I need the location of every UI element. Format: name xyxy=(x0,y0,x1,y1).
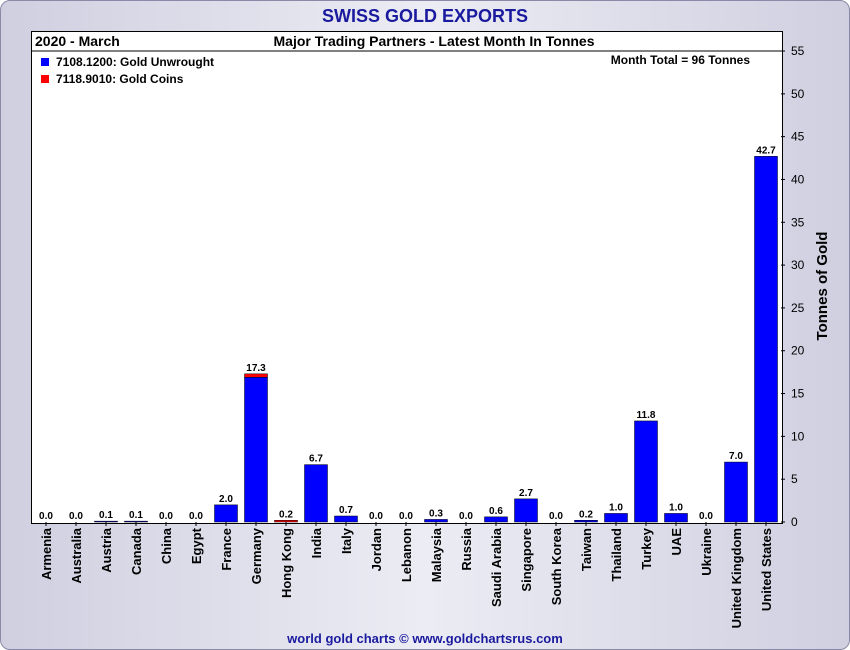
chart-frame: SWISS GOLD EXPORTS 2020 - March Major Tra… xyxy=(0,0,850,650)
x-tick-label: Armenia xyxy=(39,527,54,580)
bar-0-18 xyxy=(574,520,598,523)
data-label: 1.0 xyxy=(609,502,623,513)
data-label: 0.0 xyxy=(699,511,713,522)
data-label: 2.7 xyxy=(519,488,533,499)
legend-swatch-1 xyxy=(41,75,49,83)
x-tick-label: UAE xyxy=(669,528,684,556)
legend-label-0: 7108.1200: Gold Unwrought xyxy=(56,55,214,69)
data-label: 0.0 xyxy=(369,511,383,522)
data-label: 0.0 xyxy=(69,511,83,522)
bar-0-3 xyxy=(124,520,148,523)
x-tick-label: Taiwan xyxy=(579,528,594,571)
data-label: 0.1 xyxy=(129,510,143,521)
data-label: 7.0 xyxy=(729,451,743,462)
data-label: 42.7 xyxy=(756,145,776,156)
x-tick-label: Germany xyxy=(249,527,264,584)
data-label: 11.8 xyxy=(637,410,656,421)
data-label: 2.0 xyxy=(219,494,233,505)
legend-label-1: 7118.9010: Gold Coins xyxy=(56,72,184,86)
x-tick-label: Italy xyxy=(339,527,354,554)
x-tick-label: United Kingdom xyxy=(729,528,744,628)
y-axis-title: Tonnes of Gold xyxy=(814,232,831,341)
data-label: 0.7 xyxy=(339,505,353,516)
x-tick-label: Russia xyxy=(459,527,474,570)
bar-0-16 xyxy=(514,498,538,523)
data-label: 0.1 xyxy=(99,510,113,521)
x-tick-label: Singapore xyxy=(519,528,534,592)
month-total-label: Month Total = 96 Tonnes xyxy=(611,53,751,67)
footer-credit: world gold charts © www.goldchartsrus.co… xyxy=(287,631,563,646)
bar-chart: 2020 - March Major Trading Partners - Lat… xyxy=(31,33,831,628)
x-tick-label: United States xyxy=(759,528,774,611)
x-tick-label: Ukraine xyxy=(699,528,714,576)
y-tick-label: 50 xyxy=(791,87,805,101)
x-tick-label: Jordan xyxy=(369,528,384,571)
data-label: 0.2 xyxy=(579,509,593,520)
data-label: 1.0 xyxy=(669,502,683,513)
bar-0-9 xyxy=(304,464,328,523)
data-label: 17.3 xyxy=(246,363,266,374)
x-tick-label: Australia xyxy=(69,527,84,583)
x-tick-label: Egypt xyxy=(189,527,204,564)
data-label: 6.7 xyxy=(309,454,323,465)
y-tick-label: 30 xyxy=(791,258,805,272)
y-tick-label: 25 xyxy=(791,301,805,315)
data-label: 0.6 xyxy=(489,506,503,517)
bar-0-21 xyxy=(664,513,688,523)
x-tick-label: India xyxy=(309,527,324,558)
x-tick-label: Thailand xyxy=(609,528,624,582)
data-label: 0.0 xyxy=(159,511,173,522)
y-tick-label: 55 xyxy=(791,44,805,58)
x-tick-label: Turkey xyxy=(639,527,654,569)
x-tick-label: Malaysia xyxy=(429,527,444,582)
data-label: 0.0 xyxy=(399,511,413,522)
bar-0-19 xyxy=(604,513,628,523)
chart-subtitle: Major Trading Partners - Latest Month In… xyxy=(274,33,595,49)
x-tick-label: Hong Kong xyxy=(279,528,294,598)
x-tick-label: France xyxy=(219,528,234,571)
y-tick-label: 10 xyxy=(791,429,805,443)
x-tick-label: China xyxy=(159,527,174,564)
y-tick-label: 5 xyxy=(791,472,798,486)
bar-0-2 xyxy=(94,520,118,523)
data-label: 0.0 xyxy=(549,511,563,522)
period-label: 2020 - March xyxy=(35,33,120,49)
bar-0-15 xyxy=(484,516,508,523)
x-tick-label: South Korea xyxy=(549,527,564,605)
data-label: 0.0 xyxy=(39,511,53,522)
data-label: 0.0 xyxy=(459,511,473,522)
data-label: 0.2 xyxy=(279,509,293,520)
data-label: 0.3 xyxy=(429,508,443,519)
x-tick-label: Austria xyxy=(99,527,114,573)
x-tick-label: Lebanon xyxy=(399,528,414,582)
y-tick-label: 45 xyxy=(791,130,805,144)
bar-0-6 xyxy=(214,504,238,523)
legend-swatch-0 xyxy=(41,58,49,66)
x-tick-label: Canada xyxy=(129,527,144,575)
x-tick-label: Saudi Arabia xyxy=(489,527,504,607)
bar-0-7 xyxy=(244,377,268,523)
bar-0-13 xyxy=(424,519,448,523)
bar-1-8 xyxy=(274,520,298,523)
bar-0-23 xyxy=(724,461,748,523)
y-tick-label: 0 xyxy=(791,515,798,529)
bar-1-7 xyxy=(244,373,268,378)
data-label: 0.0 xyxy=(189,511,203,522)
y-tick-label: 40 xyxy=(791,172,805,186)
y-tick-label: 15 xyxy=(791,387,805,401)
y-tick-label: 20 xyxy=(791,344,805,358)
bar-0-20 xyxy=(634,420,658,523)
bar-0-10 xyxy=(334,515,358,523)
bar-0-24 xyxy=(754,156,778,523)
y-tick-label: 35 xyxy=(791,215,805,229)
